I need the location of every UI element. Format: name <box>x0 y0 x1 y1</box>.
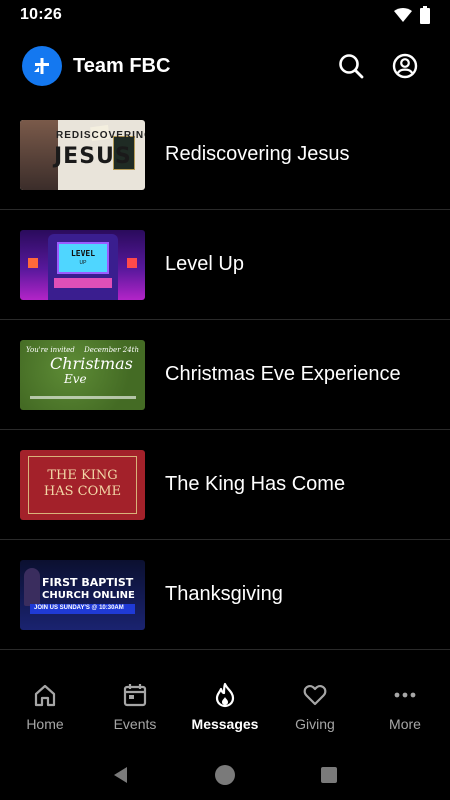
wifi-icon <box>394 8 412 22</box>
message-item[interactable]: FIRST BAPTIST CHURCH ONLINE JOIN US SUND… <box>0 540 450 650</box>
calendar-icon <box>123 684 147 707</box>
nav-label: More <box>389 716 421 732</box>
back-icon[interactable] <box>111 765 131 785</box>
church-logo[interactable] <box>22 46 62 86</box>
nav-label: Events <box>113 716 157 732</box>
message-item[interactable]: LEVEL UP Level Up <box>0 210 450 320</box>
recents-icon[interactable] <box>319 765 339 785</box>
nav-messages[interactable]: Messages <box>180 670 270 750</box>
app-bar: Team FBC <box>0 40 450 92</box>
message-thumbnail: FIRST BAPTIST CHURCH ONLINE JOIN US SUND… <box>20 559 145 630</box>
nav-label: Messages <box>191 716 259 732</box>
message-title: Christmas Eve Experience <box>165 363 401 385</box>
nav-giving[interactable]: Giving <box>270 670 360 750</box>
message-thumbnail: LEVEL UP <box>20 229 145 300</box>
more-icon <box>394 692 416 698</box>
status-time: 10:26 <box>20 6 62 23</box>
message-thumbnail: THE KING HAS COME <box>20 449 145 520</box>
message-item[interactable]: THE KING HAS COME The King Has Come <box>0 430 450 540</box>
home-icon <box>34 684 56 707</box>
app-actions <box>336 51 420 81</box>
nav-events[interactable]: Events <box>90 670 180 750</box>
nav-home[interactable]: Home <box>0 670 90 750</box>
message-list: REDISCOVERING JESUS Rediscovering Jesus … <box>0 100 450 650</box>
nav-label: Giving <box>295 716 335 732</box>
battery-icon <box>420 6 430 24</box>
search-button[interactable] <box>336 51 366 81</box>
message-title: Thanksgiving <box>165 583 283 605</box>
status-icons <box>394 6 430 24</box>
message-thumbnail: You're invited December 24th Christmas E… <box>20 339 145 410</box>
nav-more[interactable]: More <box>360 670 450 750</box>
app-title: Team FBC <box>73 54 171 77</box>
flame-icon <box>215 682 235 708</box>
message-title: The King Has Come <box>165 473 346 495</box>
message-title: Rediscovering Jesus <box>165 143 350 165</box>
message-thumbnail: REDISCOVERING JESUS <box>20 119 145 190</box>
bottom-nav: Home Events Messages Giving More <box>0 670 450 750</box>
logo-mark-icon <box>34 58 49 74</box>
account-icon <box>392 53 418 79</box>
message-item[interactable]: REDISCOVERING JESUS Rediscovering Jesus <box>0 100 450 210</box>
heart-icon <box>303 684 327 706</box>
home-circle-icon[interactable] <box>214 764 236 786</box>
message-item[interactable]: You're invited December 24th Christmas E… <box>0 320 450 430</box>
message-title: Level Up <box>165 253 244 275</box>
search-icon <box>339 54 364 79</box>
status-bar: 10:26 <box>0 0 450 30</box>
profile-button[interactable] <box>390 51 420 81</box>
nav-label: Home <box>26 716 64 732</box>
system-navigation <box>0 750 450 800</box>
